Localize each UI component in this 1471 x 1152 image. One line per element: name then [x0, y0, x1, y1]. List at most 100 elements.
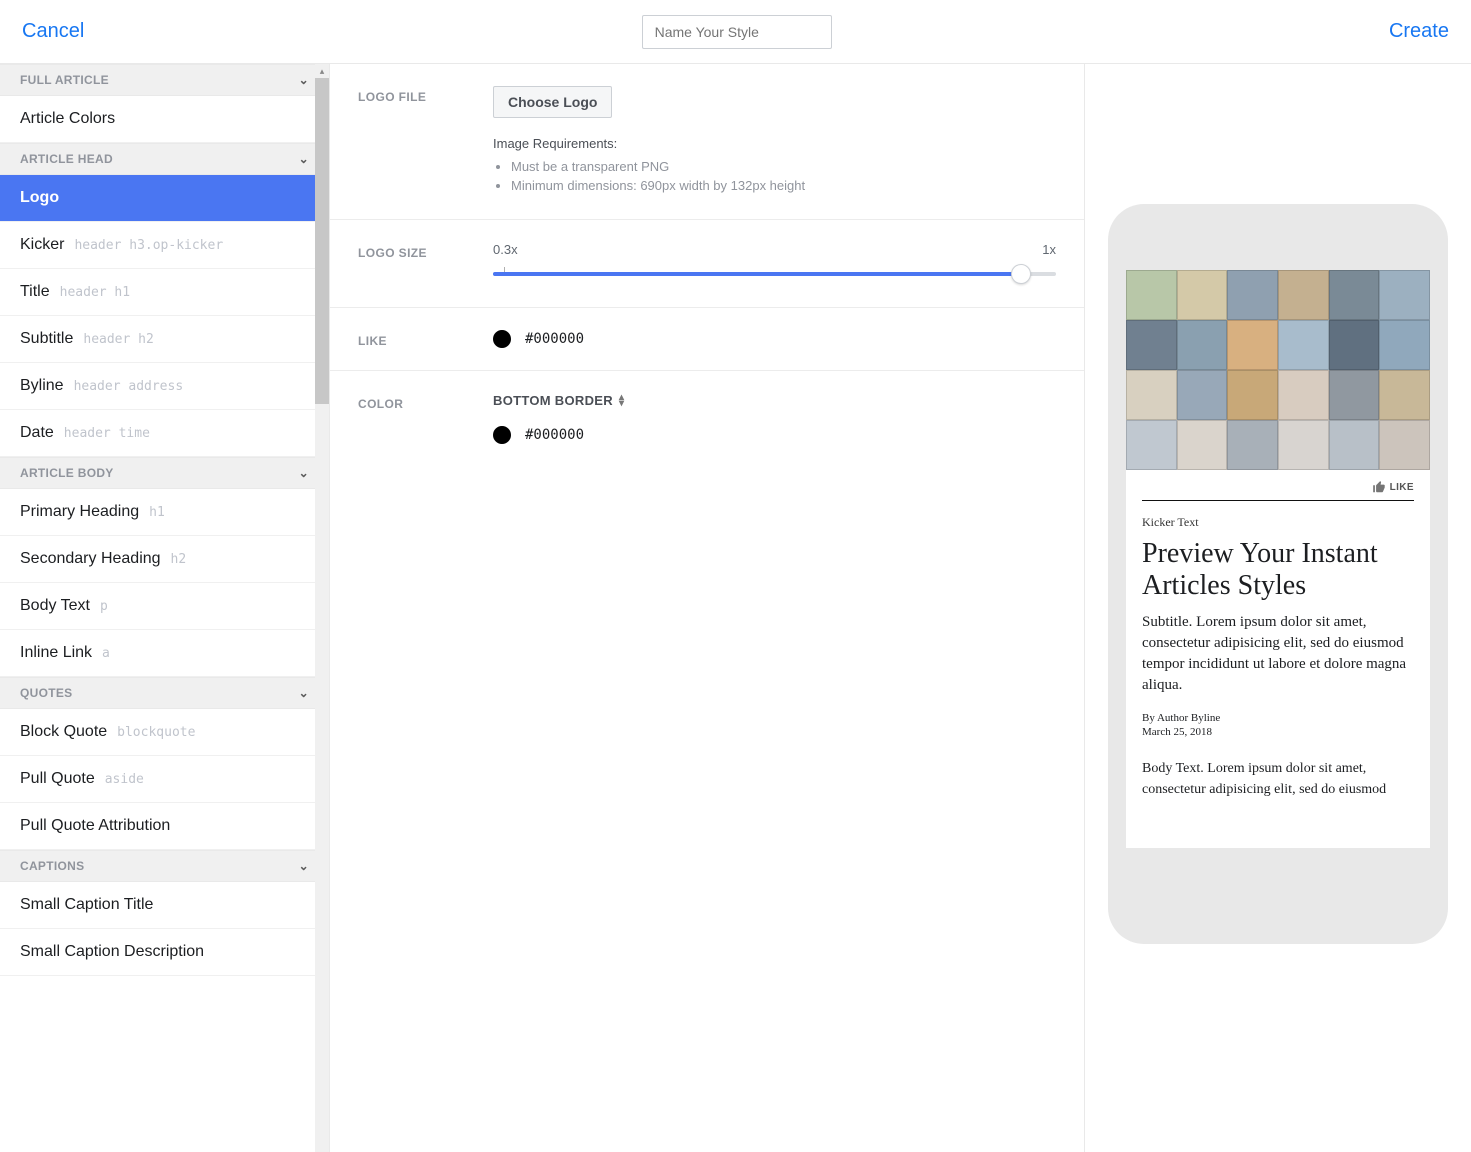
logo-size-slider[interactable]: [493, 263, 1056, 285]
sidebar-item-tag: header address: [74, 379, 184, 394]
section-header-article-head[interactable]: ARTICLE HEAD ⌄: [0, 143, 329, 175]
sidebar-scrollbar[interactable]: ▴: [315, 64, 329, 1152]
sidebar-item-kicker[interactable]: Kicker header h3.op-kicker: [0, 222, 329, 269]
sidebar-item-tag: a: [102, 646, 110, 661]
setting-label: LIKE: [358, 330, 493, 348]
section-title: ARTICLE BODY: [20, 466, 114, 480]
section-title: CAPTIONS: [20, 859, 84, 873]
sidebar-item-date[interactable]: Date header time: [0, 410, 329, 457]
setting-label: LOGO SIZE: [358, 242, 493, 285]
preview-like-label: LIKE: [1390, 482, 1414, 493]
sidebar-item-byline[interactable]: Byline header address: [0, 363, 329, 410]
sidebar-item-label: Block Quote: [20, 723, 107, 741]
sidebar-item-body-text[interactable]: Body Text p: [0, 583, 329, 630]
chevron-down-icon: ⌄: [299, 859, 309, 873]
chevron-down-icon: ⌄: [299, 152, 309, 166]
section-header-article-body[interactable]: ARTICLE BODY ⌄: [0, 457, 329, 489]
sidebar-item-article-colors[interactable]: Article Colors: [0, 96, 329, 143]
sidebar-item-logo[interactable]: Logo: [0, 175, 329, 222]
border-color-hex: #000000: [525, 427, 584, 443]
content: LOGO FILE Choose Logo Image Requirements…: [330, 64, 1471, 1152]
sidebar-item-label: Primary Heading: [20, 503, 139, 521]
image-requirements-title: Image Requirements:: [493, 136, 1056, 151]
section-title: ARTICLE HEAD: [20, 152, 113, 166]
preview-pane: LIKE Kicker Text Preview Your Instant Ar…: [1085, 64, 1471, 1152]
sidebar-item-label: Pull Quote: [20, 770, 95, 788]
section-header-captions[interactable]: CAPTIONS ⌄: [0, 850, 329, 882]
section-header-quotes[interactable]: QUOTES ⌄: [0, 677, 329, 709]
sidebar-item-label: Byline: [20, 377, 64, 395]
sidebar-item-tag: h2: [171, 552, 187, 567]
sidebar-item-secondary-heading[interactable]: Secondary Heading h2: [0, 536, 329, 583]
setting-row-logo-size: LOGO SIZE 0.3x 1x: [330, 220, 1084, 308]
sidebar-item-label: Secondary Heading: [20, 550, 161, 568]
sort-icon: ▴▾: [619, 395, 624, 407]
sidebar-item-pull-quote-attribution[interactable]: Pull Quote Attribution: [0, 803, 329, 850]
preview-title: Preview Your Instant Articles Styles: [1142, 538, 1414, 602]
sidebar-item-tag: header time: [64, 426, 150, 441]
sidebar-item-primary-heading[interactable]: Primary Heading h1: [0, 489, 329, 536]
slider-thumb[interactable]: [1011, 264, 1031, 284]
sidebar-item-label: Small Caption Description: [20, 943, 204, 961]
sidebar: FULL ARTICLE ⌄ Article Colors ARTICLE HE…: [0, 64, 330, 1152]
create-button[interactable]: Create: [1389, 20, 1449, 43]
sidebar-item-title[interactable]: Title header h1: [0, 269, 329, 316]
sidebar-item-label: Logo: [20, 189, 59, 207]
like-color-swatch[interactable]: [493, 330, 511, 348]
sidebar-item-tag: header h2: [83, 332, 153, 347]
sidebar-item-tag: h1: [149, 505, 165, 520]
preview-article-body: LIKE Kicker Text Preview Your Instant Ar…: [1126, 470, 1430, 816]
preview-kicker: Kicker Text: [1142, 515, 1414, 530]
style-name-input[interactable]: [642, 15, 832, 49]
setting-label: COLOR: [358, 393, 493, 444]
sidebar-item-small-caption-description[interactable]: Small Caption Description: [0, 929, 329, 976]
sidebar-item-label: Small Caption Title: [20, 896, 153, 914]
choose-logo-button[interactable]: Choose Logo: [493, 86, 612, 118]
section-title: QUOTES: [20, 686, 72, 700]
sidebar-item-label: Article Colors: [20, 110, 115, 128]
topbar: Cancel Create: [0, 0, 1471, 64]
sidebar-item-label: Date: [20, 424, 54, 442]
phone-frame: LIKE Kicker Text Preview Your Instant Ar…: [1108, 204, 1448, 944]
sidebar-item-label: Kicker: [20, 236, 64, 254]
preview-like-bar: LIKE: [1142, 470, 1414, 501]
sidebar-item-label: Title: [20, 283, 50, 301]
sidebar-item-tag: blockquote: [117, 725, 195, 740]
image-requirements-list: Must be a transparent PNG Minimum dimens…: [493, 159, 1056, 193]
section-title: FULL ARTICLE: [20, 73, 109, 87]
sidebar-item-inline-link[interactable]: Inline Link a: [0, 630, 329, 677]
sidebar-item-label: Pull Quote Attribution: [20, 817, 170, 835]
slider-max-label: 1x: [1042, 242, 1056, 257]
cancel-button[interactable]: Cancel: [22, 20, 84, 43]
sidebar-item-tag: header h3.op-kicker: [74, 238, 223, 253]
sidebar-item-pull-quote[interactable]: Pull Quote aside: [0, 756, 329, 803]
setting-row-color: COLOR BOTTOM BORDER ▴▾ #000000: [330, 371, 1084, 466]
like-icon: [1372, 480, 1386, 494]
dropdown-value: BOTTOM BORDER: [493, 393, 613, 408]
slider-min-label: 0.3x: [493, 242, 518, 257]
preview-date: March 25, 2018: [1142, 726, 1414, 738]
chevron-down-icon: ⌄: [299, 73, 309, 87]
preview-hero-image: [1126, 270, 1430, 470]
sidebar-item-block-quote[interactable]: Block Quote blockquote: [0, 709, 329, 756]
border-color-swatch[interactable]: [493, 426, 511, 444]
color-target-dropdown[interactable]: BOTTOM BORDER ▴▾: [493, 393, 1056, 408]
preview-body-text: Body Text. Lorem ipsum dolor sit amet, c…: [1142, 758, 1414, 800]
requirement-item: Minimum dimensions: 690px width by 132px…: [511, 178, 1056, 193]
chevron-down-icon: ⌄: [299, 686, 309, 700]
setting-row-like: LIKE #000000: [330, 308, 1084, 371]
scroll-up-arrow-icon: ▴: [318, 66, 326, 77]
scrollbar-thumb[interactable]: [315, 78, 329, 404]
section-header-full-article[interactable]: FULL ARTICLE ⌄: [0, 64, 329, 96]
setting-label: LOGO FILE: [358, 86, 493, 197]
sidebar-item-subtitle[interactable]: Subtitle header h2: [0, 316, 329, 363]
sidebar-item-small-caption-title[interactable]: Small Caption Title: [0, 882, 329, 929]
sidebar-item-tag: aside: [105, 772, 144, 787]
phone-screen: LIKE Kicker Text Preview Your Instant Ar…: [1126, 270, 1430, 848]
sidebar-item-tag: header h1: [60, 285, 130, 300]
like-color-hex: #000000: [525, 331, 584, 347]
chevron-down-icon: ⌄: [299, 466, 309, 480]
sidebar-item-label: Subtitle: [20, 330, 73, 348]
sidebar-item-label: Body Text: [20, 597, 90, 615]
slider-fill: [493, 272, 1022, 276]
